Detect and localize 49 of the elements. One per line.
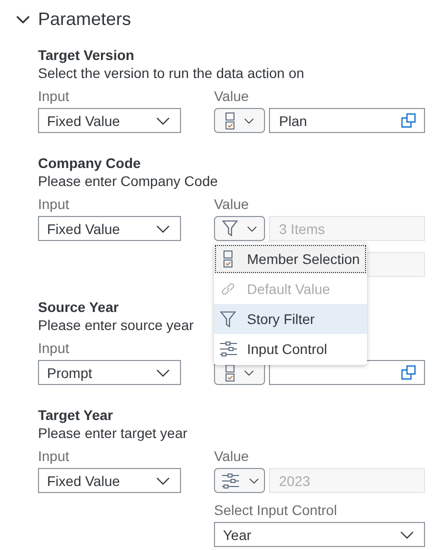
- panel-title: Parameters: [38, 8, 132, 30]
- collapse-icon[interactable]: [16, 14, 30, 24]
- checkbox-list-icon: [225, 364, 235, 382]
- value-label: Value: [214, 195, 250, 213]
- input-control-select[interactable]: Year: [214, 522, 425, 547]
- chevron-down-icon: [248, 476, 258, 484]
- copy-icon[interactable]: [401, 365, 416, 380]
- sliders-icon: [218, 341, 238, 357]
- copy-icon[interactable]: [401, 113, 416, 128]
- parameter-description: Select the version to run the data action on: [38, 64, 304, 82]
- input-label: Input: [38, 195, 70, 213]
- input-select[interactable]: Fixed Value: [38, 468, 181, 493]
- chevron-down-icon: [156, 224, 170, 232]
- checkbox-list-icon: [223, 250, 233, 268]
- value-mode-button[interactable]: [214, 108, 265, 133]
- parameter-title: Company Code: [38, 154, 141, 172]
- value-label: Value: [214, 87, 250, 105]
- value-mode-button[interactable]: [214, 468, 265, 493]
- parameter-description: Please enter source year: [38, 316, 194, 334]
- chevron-down-icon: [244, 116, 254, 124]
- link-icon: [220, 281, 236, 297]
- input-select[interactable]: Fixed Value: [38, 108, 181, 133]
- value-mode-button[interactable]: [214, 216, 265, 241]
- value-field[interactable]: Plan: [269, 108, 425, 133]
- value-label: Value: [214, 447, 250, 465]
- chevron-down-icon: [244, 368, 254, 376]
- filter-icon: [220, 310, 236, 328]
- chevron-down-icon: [156, 368, 170, 376]
- parameter-description: Please enter Company Code: [38, 172, 218, 190]
- parameter-title: Target Version: [38, 46, 134, 64]
- parameter-title: Source Year: [38, 298, 119, 316]
- input-label: Input: [38, 339, 70, 357]
- menu-item[interactable]: Member Selection: [214, 244, 367, 274]
- input-label: Input: [38, 447, 70, 465]
- filter-icon: [222, 220, 238, 237]
- parameter-description: Please enter target year: [38, 424, 188, 442]
- input-label: Input: [38, 87, 70, 105]
- sliders-icon: [220, 472, 240, 488]
- checkbox-list-icon: [225, 112, 235, 130]
- input-select[interactable]: Prompt: [38, 360, 181, 385]
- menu-item[interactable]: Input Control: [214, 334, 367, 364]
- menu-item[interactable]: Story Filter: [214, 304, 367, 334]
- chevron-down-icon: [400, 530, 414, 538]
- chevron-down-icon: [156, 476, 170, 484]
- chevron-down-icon: [156, 116, 170, 124]
- input-control-label: Select Input Control: [214, 501, 338, 519]
- parameter-title: Target Year: [38, 406, 113, 424]
- chevron-down-icon: [247, 224, 257, 232]
- input-select[interactable]: Fixed Value: [38, 216, 181, 241]
